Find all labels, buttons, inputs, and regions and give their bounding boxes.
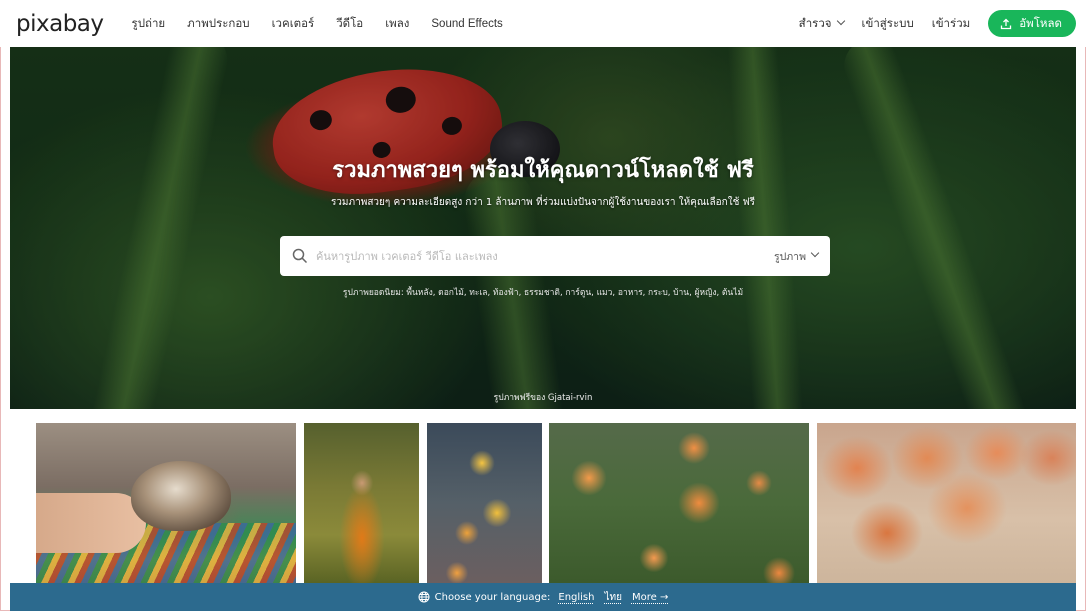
search-type-label: รูปภาพ [773,250,806,263]
hero-credit[interactable]: รูปภาพฟรีของ Gjatai-rvin [10,390,1076,404]
hero-overlay [10,47,1076,409]
top-navigation: pixabay รูปถ่าย ภาพประกอบ เวคเตอร์ วีดีโ… [0,0,1086,47]
orange-flowers-photo[interactable] [549,423,809,583]
join-link[interactable]: เข้าร่วม [932,15,970,33]
chevron-down-icon [810,248,820,258]
popular-searches[interactable]: รูปภาพยอดนิยม: พื้นหลัง, ดอกไม้, ทะเล, ท… [10,285,1076,299]
login-link[interactable]: เข้าสู่ระบบ [862,15,914,33]
search-bar: รูปภาพ [280,236,830,276]
language-thai[interactable]: ไทย [604,590,621,605]
nav-photos[interactable]: รูปถ่าย [132,15,166,33]
globe-icon [418,591,430,603]
language-english[interactable]: English [558,592,594,603]
nav-music[interactable]: เพลง [385,15,409,33]
search-type-select[interactable]: รูปภาพ [773,248,820,265]
media-type-nav: รูปถ่าย ภาพประกอบ เวคเตอร์ วีดีโอ เพลง S… [132,15,525,33]
account-nav: สำรวจ เข้าสู่ระบบ เข้าร่วม อัพโหลด [799,10,1076,37]
explore-label: สำรวจ [798,17,832,30]
upload-button[interactable]: อัพโหลด [988,10,1076,37]
yellow-flowers-photo[interactable] [427,423,542,583]
upload-icon [1001,18,1012,29]
more-languages-link[interactable]: More → [632,592,668,603]
chevron-down-icon [836,16,845,25]
cat-photo[interactable] [36,423,296,583]
explore-menu[interactable]: สำรวจ [798,15,845,33]
image-gallery [36,423,1076,583]
nav-illustrations[interactable]: ภาพประกอบ [187,15,249,33]
eggs-photo[interactable] [817,423,1076,583]
upload-label: อัพโหลด [1019,17,1062,30]
nav-videos[interactable]: วีดีโอ [336,15,363,33]
hero-banner: รวมภาพสวยๆ พร้อมให้คุณดาวน์โหลดใช้ ฟรี ร… [10,47,1076,409]
search-input[interactable] [316,249,774,263]
pixabay-logo[interactable]: pixabay [16,11,104,37]
language-bar: Choose your language: English ไทย More → [10,583,1076,611]
hero-subtitle: รวมภาพสวยๆ ความละเอียดสูง กว่า 1 ล้านภาพ… [330,197,756,208]
monk-photo[interactable] [304,423,419,583]
hero-title: รวมภาพสวยๆ พร้อมให้คุณดาวน์โหลดใช้ ฟรี [332,158,754,183]
nav-sound-effects[interactable]: Sound Effects [431,18,502,30]
language-label: Choose your language: [434,591,551,603]
nav-vectors[interactable]: เวคเตอร์ [272,15,315,33]
search-icon [292,248,308,264]
